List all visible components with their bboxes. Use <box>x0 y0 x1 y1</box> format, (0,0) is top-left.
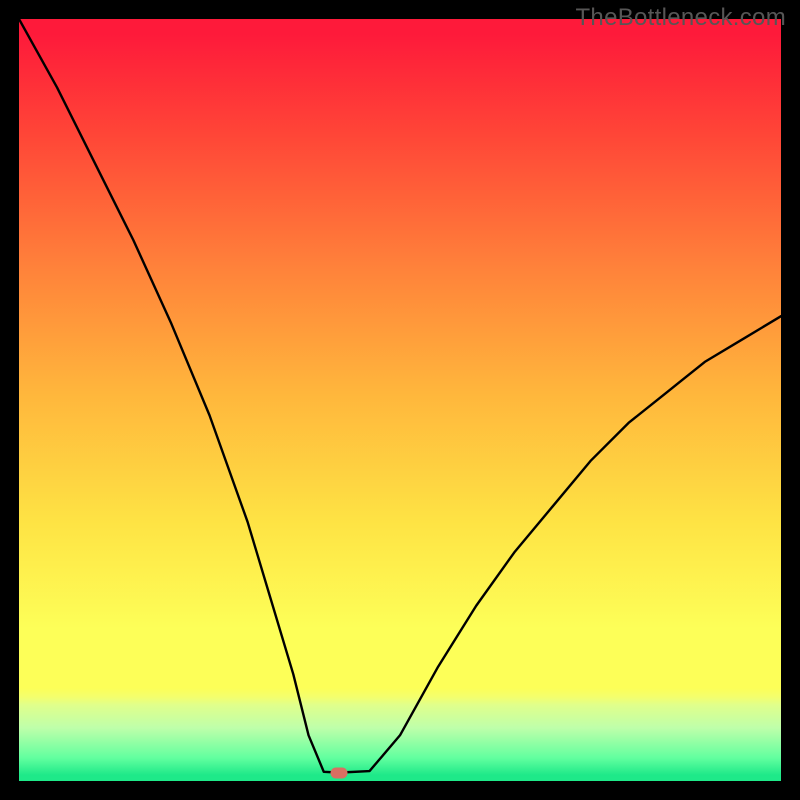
bottleneck-curve <box>19 19 781 781</box>
watermark-text: TheBottleneck.com <box>575 4 786 32</box>
plot-area <box>19 19 781 781</box>
optimal-point-marker <box>331 767 348 778</box>
chart-frame: TheBottleneck.com <box>0 0 800 800</box>
